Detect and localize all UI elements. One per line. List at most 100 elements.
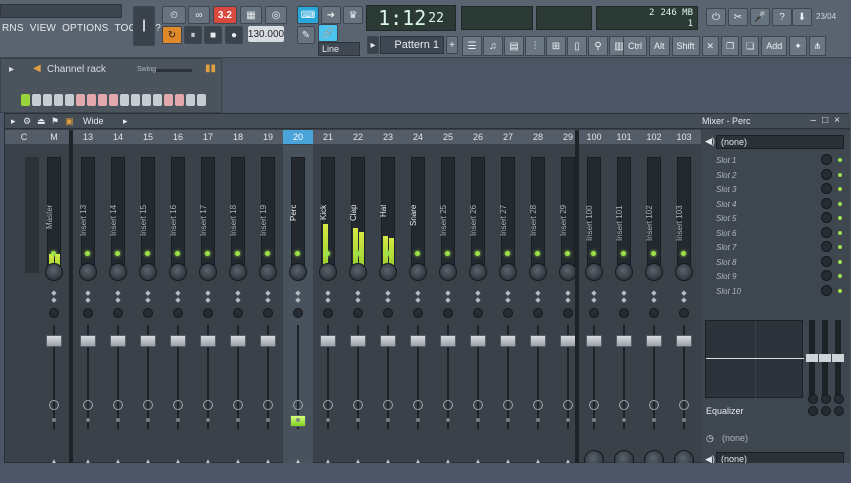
swap-dot-icon[interactable]	[52, 418, 56, 422]
mixer-strip[interactable]: Insert 13 ◆ ◆ ▲	[73, 145, 103, 466]
ctrl-key[interactable]: Ctrl	[623, 36, 647, 56]
volume-fader[interactable]	[380, 335, 396, 347]
graph-icon[interactable]: ▮▮	[205, 63, 216, 74]
slot-mix-knob[interactable]	[821, 154, 832, 165]
copy-icon[interactable]: ❐	[721, 36, 740, 56]
stereo-arrows-icon[interactable]: ◆ ◆	[292, 290, 304, 304]
mixer-strip[interactable]: Insert 16 ◆ ◆ ▲	[163, 145, 193, 466]
swap-dot-icon[interactable]	[86, 418, 90, 422]
mixer-strip[interactable]: Snare ◆ ◆ ▲	[403, 145, 433, 466]
insert-number[interactable]: 15	[133, 130, 163, 144]
volume-fader[interactable]	[586, 335, 602, 347]
stereo-arrows-icon[interactable]: ◆ ◆	[112, 290, 124, 304]
stereo-arrows-icon[interactable]: ◆ ◆	[172, 290, 184, 304]
insert-number[interactable]: 16	[163, 130, 193, 144]
stereo-knob[interactable]	[323, 308, 333, 318]
stereo-arrows-icon[interactable]: ◆ ◆	[412, 290, 424, 304]
slot-mix-knob[interactable]	[821, 284, 832, 296]
mixer-strip[interactable]: Insert 17 ◆ ◆ ▲	[193, 145, 223, 466]
slot-enable-led[interactable]	[838, 245, 842, 249]
slot-mix-knob[interactable]	[821, 212, 832, 223]
strip-active-led[interactable]	[175, 251, 180, 256]
stereo-arrows-icon[interactable]: ◆ ◆	[532, 290, 544, 304]
volume-fader[interactable]	[350, 335, 366, 347]
pattern-add-icon[interactable]: +	[446, 36, 458, 54]
volume-fader[interactable]	[470, 335, 486, 347]
pan-knob[interactable]	[439, 263, 457, 281]
pan-knob[interactable]	[79, 263, 97, 281]
stereo-knob[interactable]	[113, 308, 123, 318]
slot-mix-knob[interactable]	[821, 183, 832, 194]
pan-knob[interactable]	[409, 263, 427, 281]
menu-options[interactable]: OPTIONS	[62, 20, 108, 38]
stereo-knob[interactable]	[443, 308, 453, 318]
swap-dot-icon[interactable]	[592, 418, 596, 422]
channel-rack-menu-icon[interactable]: ▸	[9, 64, 14, 75]
pattern-song-toggle[interactable]: ↻	[162, 26, 182, 44]
pan-knob[interactable]	[229, 263, 247, 281]
slot-enable-led[interactable]	[838, 230, 842, 235]
step-button[interactable]	[32, 94, 41, 106]
stereo-knob[interactable]	[49, 308, 59, 318]
step-button[interactable]	[21, 94, 30, 106]
strip-active-led[interactable]	[621, 251, 626, 256]
mixer-up-icon[interactable]: ⏏	[37, 116, 47, 126]
eq-band-knob[interactable]	[834, 406, 844, 416]
eq-band-knob[interactable]	[808, 406, 818, 416]
effect-slot[interactable]: Slot 3	[710, 183, 842, 196]
input-speaker-icon[interactable]: ◀)	[705, 136, 715, 147]
swap-dot-icon[interactable]	[386, 418, 390, 422]
download-icon[interactable]: ⬇	[792, 8, 812, 26]
mixer-strip[interactable]: Insert 102 ◆ ◆	[639, 145, 669, 470]
insert-number[interactable]: C	[9, 130, 39, 144]
stereo-arrows-icon[interactable]: ◆ ◆	[472, 290, 484, 304]
strip-active-led[interactable]	[591, 251, 596, 256]
strip-active-led[interactable]	[85, 251, 90, 256]
stereo-arrows-icon[interactable]: ◆ ◆	[678, 290, 690, 304]
pause-button[interactable]: ⏸	[184, 26, 202, 44]
strip-active-led[interactable]	[415, 251, 420, 256]
effect-slot[interactable]: Slot 2	[710, 168, 842, 182]
send-ring-icon[interactable]	[563, 400, 573, 410]
slot-enable-led[interactable]	[838, 288, 842, 293]
pan-knob[interactable]	[585, 263, 603, 281]
stereo-knob[interactable]	[473, 308, 483, 318]
channel-settings-icon[interactable]: ⊞	[546, 36, 566, 56]
countdown-icon[interactable]: 3.2	[213, 6, 237, 24]
volume-fader[interactable]	[500, 335, 516, 347]
volume-fader[interactable]	[140, 335, 156, 347]
mixer-strip[interactable]: Insert 18 ◆ ◆ ▲	[223, 145, 253, 466]
swap-dot-icon[interactable]	[652, 418, 656, 422]
slot-mix-knob[interactable]	[821, 241, 832, 252]
insert-number[interactable]: 27	[493, 130, 523, 144]
send-ring-icon[interactable]	[233, 400, 243, 410]
step-edit-icon[interactable]: ▦	[240, 6, 262, 24]
step-button[interactable]	[65, 94, 74, 106]
swap-dot-icon[interactable]	[176, 418, 180, 422]
step-button[interactable]	[109, 94, 118, 106]
swap-dot-icon[interactable]	[566, 418, 570, 422]
eq-band-knob[interactable]	[821, 406, 831, 416]
insert-number[interactable]: 102	[639, 130, 669, 144]
send-ring-icon[interactable]	[649, 400, 659, 410]
insert-number[interactable]: 17	[193, 130, 223, 144]
pattern-selector[interactable]: Pattern 1	[380, 36, 444, 54]
send-ring-icon[interactable]	[589, 400, 599, 410]
send-ring-icon[interactable]	[383, 400, 393, 410]
song-position-display[interactable]: 1:12 22	[366, 5, 456, 31]
stereo-knob[interactable]	[383, 308, 393, 318]
swap-dot-icon[interactable]	[326, 418, 330, 422]
strip-active-led[interactable]	[475, 251, 480, 256]
snap-select[interactable]: Line	[318, 42, 360, 56]
stereo-knob[interactable]	[143, 308, 153, 318]
stereo-knob[interactable]	[649, 308, 659, 318]
mixer-strip[interactable]: Insert 19 ◆ ◆ ▲	[253, 145, 283, 466]
volume-fader[interactable]	[560, 335, 576, 347]
send-ring-icon[interactable]	[49, 400, 59, 410]
effect-slot[interactable]: Slot 8	[710, 255, 842, 269]
alt-key[interactable]: Alt	[649, 36, 670, 56]
stereo-knob[interactable]	[293, 308, 303, 318]
eq-mid-fader[interactable]	[819, 320, 831, 398]
paste-icon[interactable]: ❏	[741, 36, 760, 56]
swap-dot-icon[interactable]	[536, 418, 540, 422]
